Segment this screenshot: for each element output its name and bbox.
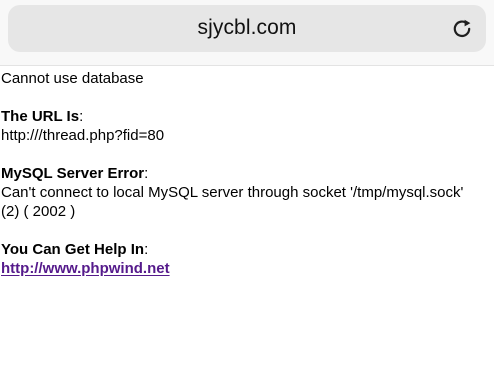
- mysql-error-message-line-2: (2) ( 2002 ): [1, 203, 76, 220]
- mysql-error-heading: MySQL Server Error:: [1, 164, 491, 183]
- help-link[interactable]: http://www.phpwind.net: [1, 260, 170, 277]
- requested-url: http:///thread.php?fid=80: [1, 127, 165, 144]
- address-text[interactable]: sjycbl.com: [8, 16, 486, 40]
- browser-chrome: sjycbl.com: [0, 0, 494, 66]
- error-page-content: Cannot use database The URL Is: http:///…: [1, 69, 491, 278]
- help-link-line: http://www.phpwind.net: [1, 259, 491, 278]
- address-bar[interactable]: sjycbl.com: [8, 5, 486, 52]
- help-label-colon: :: [144, 241, 149, 258]
- url-heading: The URL Is:: [1, 107, 491, 126]
- url-label-colon: :: [79, 108, 84, 125]
- help-label: You Can Get Help In: [1, 241, 145, 258]
- mysql-error-label: MySQL Server Error: [1, 165, 145, 182]
- help-heading: You Can Get Help In:: [1, 240, 491, 259]
- url-label: The URL Is: [1, 108, 80, 125]
- database-error-message: Cannot use database: [1, 70, 144, 87]
- mysql-error-message-line-1: Can't connect to local MySQL server thro…: [1, 184, 464, 201]
- reload-icon[interactable]: [450, 17, 474, 41]
- mysql-error-label-colon: :: [144, 165, 149, 182]
